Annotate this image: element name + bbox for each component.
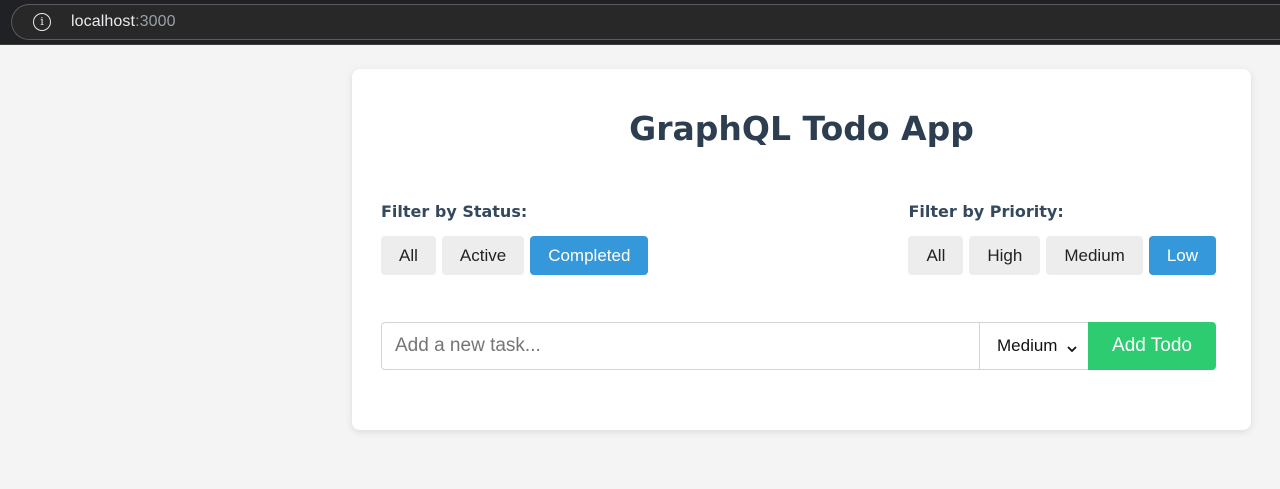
priority-select[interactable]: Medium (979, 322, 1088, 370)
address-bar[interactable]: i localhost:3000 (11, 4, 1280, 40)
browser-toolbar: i localhost:3000 (0, 0, 1280, 45)
status-filter-all-button[interactable]: All (381, 236, 436, 275)
status-filter-active-button[interactable]: Active (441, 236, 525, 275)
new-task-input[interactable] (381, 322, 979, 370)
chevron-down-icon (1066, 340, 1078, 353)
priority-filter-group: Filter by Priority: All High Medium Low (908, 201, 1216, 275)
priority-filter-low-button[interactable]: Low (1148, 236, 1216, 275)
info-icon[interactable]: i (33, 13, 51, 31)
priority-filter-label: Filter by Priority: (908, 202, 1064, 221)
priority-filter-all-button[interactable]: All (908, 236, 964, 275)
add-todo-button[interactable]: Add Todo (1088, 322, 1216, 370)
todo-card: GraphQL Todo App Filter by Status: All A… (352, 69, 1251, 430)
priority-filter-medium-button[interactable]: Medium (1046, 236, 1143, 275)
status-filter-label: Filter by Status: (381, 202, 528, 221)
status-filter-group: Filter by Status: All Active Completed (381, 201, 649, 275)
url-port: :3000 (135, 13, 176, 30)
url-host: localhost (71, 13, 136, 30)
priority-select-value: Medium (997, 336, 1058, 355)
url-text[interactable]: localhost:3000 (71, 13, 176, 31)
page-title: GraphQL Todo App (629, 109, 974, 148)
priority-filter-high-button[interactable]: High (969, 236, 1041, 275)
status-filter-completed-button[interactable]: Completed (530, 236, 649, 275)
add-todo-form: Medium Add Todo (381, 322, 1216, 370)
